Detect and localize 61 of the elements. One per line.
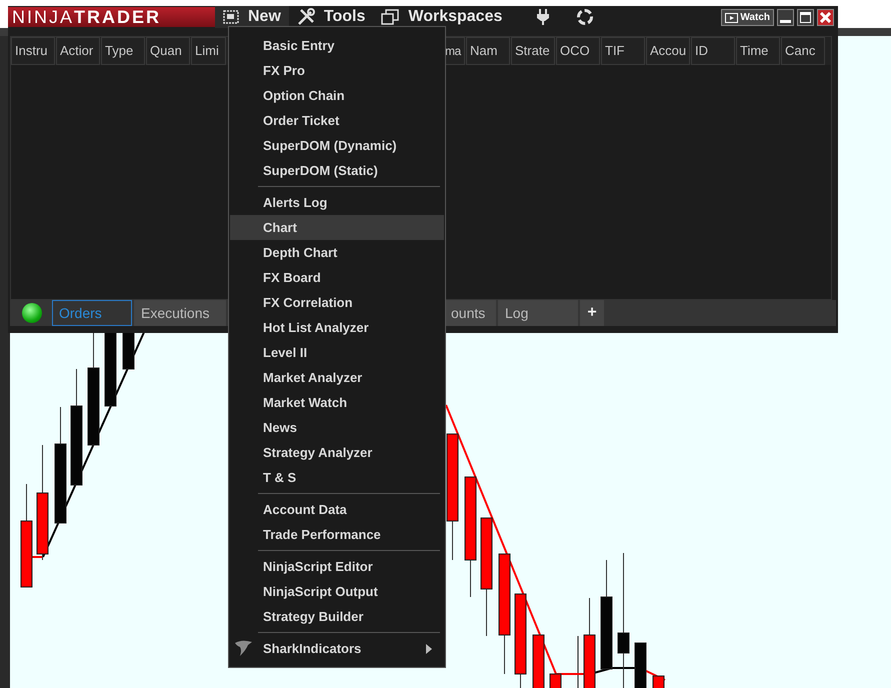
column-header[interactable]: Canc [781, 37, 825, 65]
menu-item[interactable]: NinjaScript Editor [230, 554, 444, 579]
menu-item[interactable]: FX Board [230, 265, 444, 290]
column-header[interactable]: Accou [646, 37, 690, 65]
menu-item[interactable]: Option Chain [230, 83, 444, 108]
menu-item[interactable]: Market Watch [230, 390, 444, 415]
close-icon [820, 12, 831, 22]
maximize-button[interactable] [797, 8, 814, 26]
menu-item[interactable]: Alerts Log [230, 190, 444, 215]
menu-item[interactable]: SuperDOM (Static) [230, 158, 444, 183]
menu-bar-item[interactable]: Workspaces [373, 6, 510, 28]
column-header[interactable]: Instru [11, 37, 55, 65]
add-tab-button[interactable]: + [580, 300, 604, 326]
minimize-icon [780, 20, 791, 22]
menu-bar-item[interactable]: Tools [288, 6, 374, 28]
tab[interactable]: Executions [134, 300, 226, 326]
status-light-icon [22, 303, 42, 323]
menu-item[interactable]: Depth Chart [230, 240, 444, 265]
menu-item[interactable]: FX Pro [230, 58, 444, 83]
column-header[interactable]: ID [691, 37, 735, 65]
menu-item[interactable]: NinjaScript Output [230, 579, 444, 604]
column-header[interactable]: Nam [466, 37, 510, 65]
menu-item[interactable]: Strategy Analyzer [230, 440, 444, 465]
column-header[interactable]: Type [101, 37, 145, 65]
shark-icon [234, 639, 254, 657]
tab[interactable]: Log [498, 300, 578, 326]
column-header[interactable]: OCO [556, 37, 600, 65]
maximize-icon [800, 12, 811, 22]
watch-button[interactable]: Watch [721, 8, 774, 26]
column-header[interactable]: Quan [146, 37, 190, 65]
wrench-screwdriver-icon [296, 8, 315, 26]
menu-item[interactable]: Order Ticket [230, 108, 444, 133]
menu-item[interactable]: SuperDOM (Dynamic) [230, 133, 444, 158]
menu-item[interactable]: Level II [230, 340, 444, 365]
menu-item[interactable]: SharkIndicators [230, 636, 444, 661]
menu-item[interactable]: T & S [230, 465, 444, 490]
menu-item[interactable]: FX Correlation [230, 290, 444, 315]
submenu-arrow-icon [426, 644, 432, 654]
connection-ring-icon[interactable] [576, 8, 594, 26]
tab[interactable]: ounts [444, 300, 496, 326]
menu-item[interactable]: Chart [230, 215, 444, 240]
menu-item[interactable]: Trade Performance [230, 522, 444, 547]
menu-item[interactable]: Basic Entry [230, 33, 444, 58]
column-header[interactable]: Limi [191, 37, 226, 65]
menu-bar-item[interactable]: New [215, 6, 289, 28]
window-icon [223, 10, 239, 24]
stacked-windows-icon [381, 9, 400, 25]
plug-icon[interactable] [537, 9, 550, 25]
menu-item[interactable]: Hot List Analyzer [230, 315, 444, 340]
column-header[interactable]: Actior [56, 37, 100, 65]
menu-item[interactable]: News [230, 415, 444, 440]
close-button[interactable] [817, 8, 834, 26]
menu-item[interactable]: Account Data [230, 497, 444, 522]
menu-item[interactable]: Strategy Builder [230, 604, 444, 629]
logo: NINJATRADER [8, 7, 215, 27]
menu-item[interactable]: Market Analyzer [230, 365, 444, 390]
column-header[interactable]: TIF [601, 37, 645, 65]
column-header[interactable]: Time [736, 37, 780, 65]
column-header[interactable]: Strate [511, 37, 555, 65]
minimize-button[interactable] [777, 8, 794, 26]
tv-icon [725, 12, 738, 22]
